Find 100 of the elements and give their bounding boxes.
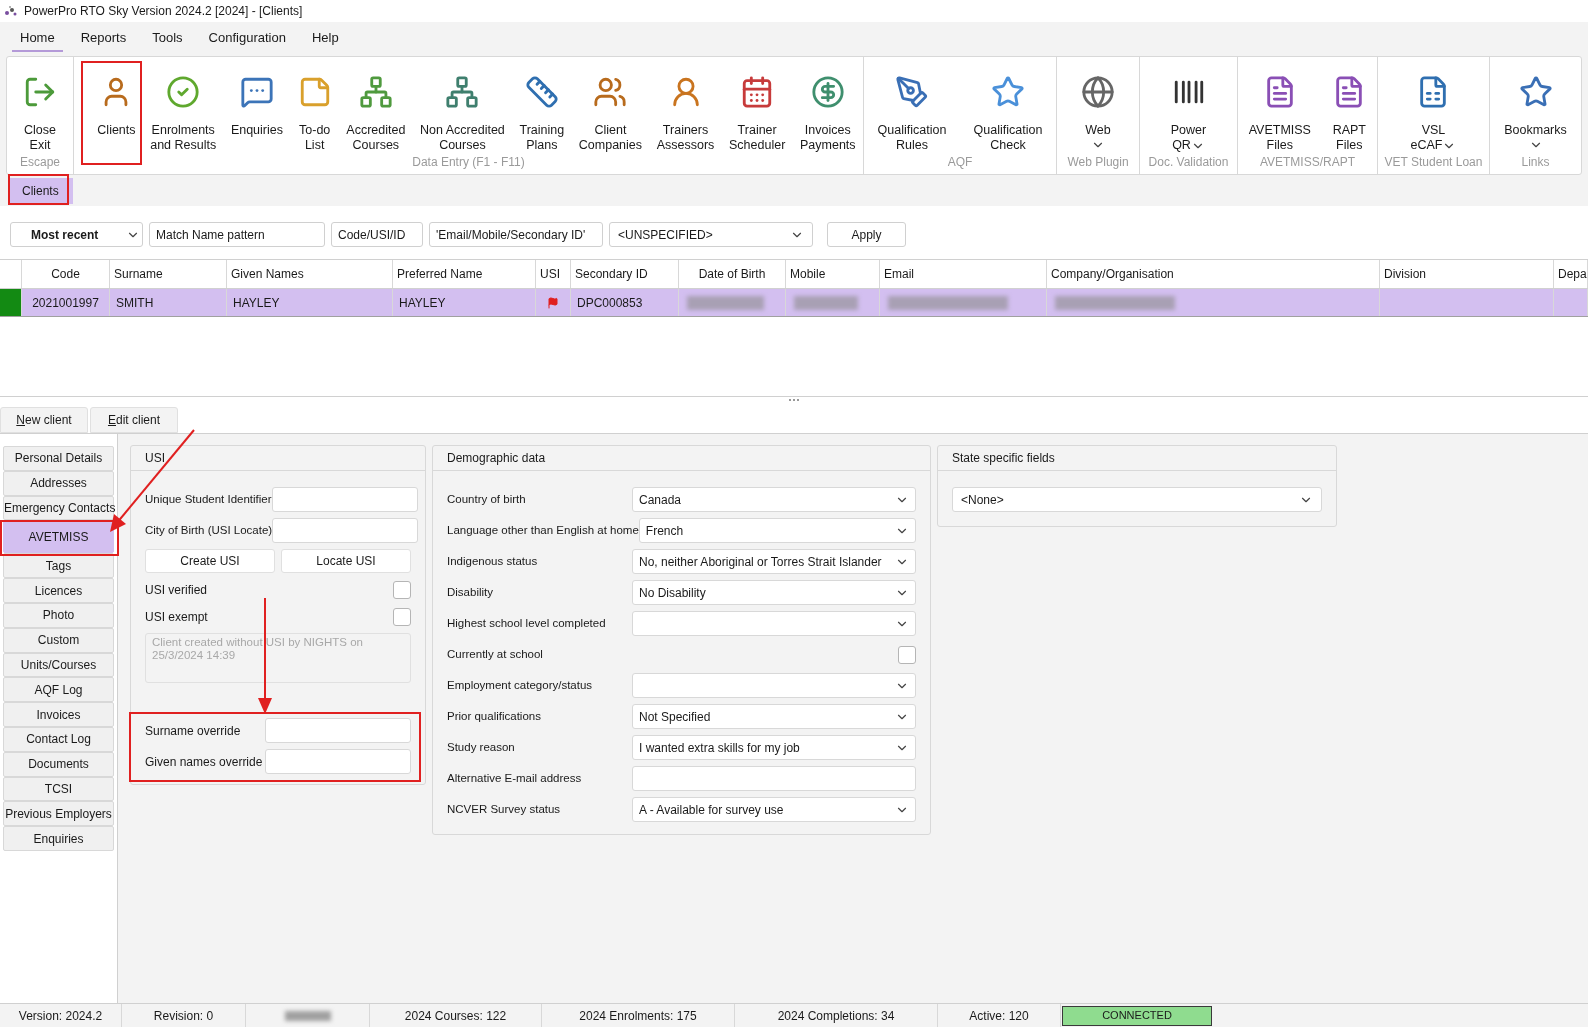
ribbon-button[interactable]: AVETMISS Files bbox=[1247, 57, 1312, 153]
nav-tab[interactable]: Previous Employers bbox=[3, 801, 114, 827]
splitter-grip-icon[interactable] bbox=[789, 399, 799, 403]
dropdown-field[interactable]: Canada bbox=[632, 487, 916, 512]
page-tab[interactable]: Clients bbox=[8, 177, 73, 204]
chat-bubble-icon bbox=[239, 75, 274, 109]
ribbon-button[interactable]: Enquiries bbox=[229, 57, 284, 153]
contact-search-field[interactable]: 'Email/Mobile/Secondary ID' bbox=[429, 222, 603, 247]
text-field[interactable] bbox=[265, 718, 411, 743]
text-field[interactable] bbox=[265, 749, 411, 774]
ribbon-button[interactable]: Web bbox=[1080, 57, 1116, 153]
ribbon-button[interactable]: Trainers Assessors bbox=[655, 57, 716, 153]
column-header[interactable]: Division bbox=[1380, 260, 1554, 288]
nav-tab[interactable]: TCSI bbox=[3, 776, 114, 802]
menu-tab[interactable]: Tools bbox=[144, 27, 191, 52]
name-search-field[interactable]: Match Name pattern bbox=[149, 222, 325, 247]
nav-tab[interactable]: Enquiries bbox=[3, 826, 114, 851]
column-header[interactable]: Date of Birth bbox=[679, 260, 786, 288]
star-icon bbox=[1518, 75, 1553, 109]
checkbox-label: USI exempt bbox=[145, 608, 208, 626]
dropdown-field[interactable]: <None> bbox=[952, 487, 1322, 512]
ribbon-button[interactable]: Bookmarks bbox=[1503, 57, 1568, 153]
usi-button[interactable]: Create USI bbox=[145, 549, 275, 573]
ribbon-button[interactable]: Power QR bbox=[1169, 57, 1208, 153]
group-caption: VET Student Loan bbox=[1383, 154, 1484, 171]
ribbon-button[interactable]: Trainer Scheduler bbox=[728, 57, 787, 153]
field-label: Alternative E-mail address bbox=[447, 770, 582, 786]
column-header[interactable]: Company/Organisation bbox=[1047, 260, 1380, 288]
column-header[interactable]: Email bbox=[880, 260, 1047, 288]
column-header[interactable]: Surname bbox=[110, 260, 227, 288]
nav-tab[interactable]: Documents bbox=[3, 751, 114, 777]
dropdown-field[interactable] bbox=[632, 611, 916, 636]
code-search-field[interactable]: Code/USI/ID bbox=[331, 222, 423, 247]
ribbon-button[interactable]: Qualification Check bbox=[972, 57, 1044, 153]
ribbon-button[interactable]: Enrolments and Results bbox=[149, 57, 218, 153]
dropdown-field[interactable]: French bbox=[638, 518, 916, 543]
menu-tab[interactable]: Help bbox=[303, 27, 347, 52]
action-button[interactable]: Edit client bbox=[90, 407, 178, 433]
ribbon-button[interactable]: Client Companies bbox=[577, 57, 644, 153]
usi-button[interactable]: Locate USI bbox=[281, 549, 411, 573]
action-button[interactable]: New client bbox=[0, 407, 88, 433]
nav-tab[interactable]: AVETMISS bbox=[3, 520, 114, 554]
panel-title: USI bbox=[145, 450, 165, 467]
redacted-blur bbox=[794, 295, 858, 310]
dropdown-field[interactable]: No, neither Aboriginal or Torres Strait Islander bbox=[632, 549, 916, 574]
panel-title: State specific fields bbox=[952, 450, 1055, 467]
ribbon-button[interactable]: Clients bbox=[96, 57, 137, 153]
nav-tab[interactable]: Personal Details bbox=[3, 446, 114, 471]
globe-icon bbox=[1081, 75, 1115, 109]
ribbon-button[interactable]: Invoices Payments bbox=[799, 57, 857, 153]
table-row[interactable]: 2021001997 SMITH HAYLEY HAYLEY DPC000853 bbox=[0, 289, 1588, 317]
nav-tab[interactable]: Emergency Contacts bbox=[3, 495, 114, 521]
app-logo-icon bbox=[4, 5, 18, 17]
ribbon-button[interactable]: To-do List bbox=[296, 57, 333, 153]
field-label: Employment category/status bbox=[447, 677, 593, 693]
door-exit-icon bbox=[23, 75, 57, 109]
ribbon-button[interactable]: Accredited Courses bbox=[345, 57, 407, 153]
dropdown-field[interactable]: I wanted extra skills for my job bbox=[632, 735, 916, 760]
nav-tab[interactable]: Custom bbox=[3, 627, 114, 653]
nav-tab[interactable]: Licences bbox=[3, 578, 114, 603]
text-field[interactable] bbox=[271, 487, 418, 512]
column-header[interactable]: Depa bbox=[1554, 260, 1588, 288]
nav-tab[interactable]: Tags bbox=[3, 553, 114, 579]
ribbon-button[interactable]: Non Accredited Courses bbox=[419, 57, 506, 153]
dropdown-field[interactable]: A - Available for survey use bbox=[632, 797, 916, 822]
sort-dropdown[interactable]: Most recent bbox=[10, 222, 143, 247]
nav-tab[interactable]: AQF Log bbox=[3, 677, 114, 703]
nav-tab[interactable]: Invoices bbox=[3, 702, 114, 727]
checkbox[interactable] bbox=[898, 645, 916, 664]
ribbon-button[interactable]: Close Exit bbox=[22, 57, 58, 153]
text-field[interactable] bbox=[272, 518, 419, 543]
ribbon-button[interactable]: Training Plans bbox=[518, 57, 566, 153]
menu-tab[interactable]: Reports bbox=[72, 27, 135, 52]
dropdown-field[interactable]: No Disability bbox=[632, 580, 916, 605]
column-header[interactable]: Preferred Name bbox=[393, 260, 536, 288]
column-header[interactable]: Given Names bbox=[227, 260, 393, 288]
apply-button[interactable]: Apply bbox=[827, 222, 906, 247]
column-header[interactable]: USI bbox=[536, 260, 571, 288]
nav-tab[interactable]: Addresses bbox=[3, 470, 114, 496]
ribbon-button[interactable]: RAPT Files bbox=[1331, 57, 1368, 153]
status-dropdown[interactable]: <UNSPECIFIED> bbox=[609, 222, 813, 247]
menu-tab[interactable]: Home bbox=[12, 27, 63, 52]
ribbon-button[interactable]: VSL eCAF bbox=[1409, 57, 1458, 153]
column-header[interactable]: Mobile bbox=[786, 260, 880, 288]
checkbox[interactable] bbox=[393, 580, 411, 599]
check-circle-icon bbox=[166, 75, 201, 109]
column-header[interactable]: Code bbox=[22, 260, 110, 288]
column-header[interactable]: Secondary ID bbox=[571, 260, 679, 288]
hierarchy-icon bbox=[445, 75, 480, 109]
table-cell: DPC000853 bbox=[571, 289, 679, 316]
ribbon-button[interactable]: Qualification Rules bbox=[876, 57, 948, 153]
nav-tab[interactable]: Units/Courses bbox=[3, 652, 114, 678]
checkbox[interactable] bbox=[393, 607, 411, 626]
nav-tab[interactable]: Photo bbox=[3, 603, 114, 628]
nav-tab[interactable]: Contact Log bbox=[3, 726, 114, 752]
menu-tab[interactable]: Configuration bbox=[200, 27, 294, 52]
text-field[interactable] bbox=[632, 766, 916, 791]
dropdown-field[interactable]: Not Specified bbox=[632, 704, 916, 729]
field-label: Unique Student Identifier bbox=[145, 491, 272, 507]
dropdown-field[interactable] bbox=[632, 673, 916, 698]
